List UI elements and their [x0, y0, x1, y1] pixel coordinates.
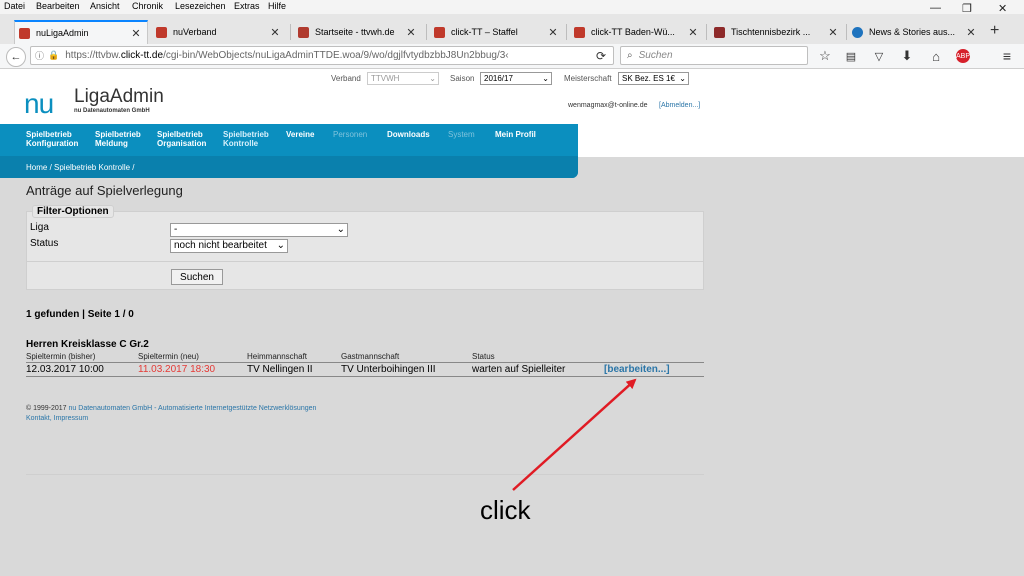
- annotation-arrow: [512, 378, 637, 491]
- annotation-label: click: [480, 495, 531, 525]
